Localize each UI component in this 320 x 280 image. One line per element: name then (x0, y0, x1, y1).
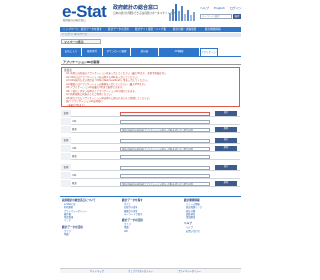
notice-line: （※最大3件まで） (66, 103, 87, 107)
footer-bottom-bar: サイトマップ ウェブアクセシビリティ プライバシーポリシー (60, 268, 241, 273)
section-title: アプリケーションIDの取得 (61, 59, 241, 65)
tab-search-conditions[interactable]: 検索条件 (82, 48, 103, 56)
nav-item-use-data[interactable]: 統計データの活用 (108, 27, 129, 32)
footer-link[interactable]: 地図 (62, 233, 118, 236)
application-field-input[interactable]: http://test.localhost/アプリケーションIDを（URLを持た… (120, 146, 210, 151)
english-link[interactable]: English (214, 6, 225, 10)
help-link[interactable]: ヘルプ (200, 6, 209, 10)
footer-bottom-link[interactable]: プライバシーポリシー (178, 269, 201, 274)
application-field-input[interactable] (120, 138, 210, 143)
footer-link[interactable]: リンク (62, 219, 118, 222)
issue-button[interactable]: 発行 (215, 165, 237, 170)
row-label-cell (61, 172, 71, 179)
footer-column-find-data: 統計データを探す すべて 分野から探す 組織から探す キーワードで探す 統計デー… (122, 199, 178, 233)
nav-item-related-info[interactable]: 統計関係情報 (205, 27, 221, 32)
row-label-cell (61, 118, 71, 125)
tab-stat-tables[interactable]: 統計表 (131, 48, 159, 56)
tab-application-id[interactable]: アプリケーションID (200, 48, 218, 56)
nav-item-find-data[interactable]: 統計データを探す (81, 27, 102, 32)
row-sublabel: URL (72, 147, 77, 150)
site-title: 政府統計の総合窓口 (113, 5, 159, 11)
row-sublabel: 概要 (72, 128, 77, 131)
skyline-graphic (169, 4, 195, 21)
application-field-input[interactable] (120, 173, 210, 178)
delete-button[interactable]: 削除 (215, 146, 237, 151)
header-links: ヘルプ English ログイン (200, 6, 246, 10)
footer-divider (60, 196, 241, 197)
row-sublabel: 概要 (72, 182, 77, 185)
row-label-cell (61, 180, 71, 187)
row-sublabel: URL (72, 120, 77, 123)
row-label-cell (61, 126, 71, 133)
row-label: 名称 (61, 137, 71, 144)
footer-link[interactable]: 用語解説 (184, 216, 240, 219)
footer-bottom-link[interactable]: ウェブアクセシビリティ (128, 269, 153, 274)
search-input[interactable]: キーワード検索 (200, 14, 232, 19)
issue-button[interactable]: 発行 (215, 138, 237, 143)
tab-underline (61, 56, 241, 57)
page-title: マイページ表示 (61, 39, 101, 44)
footer-link[interactable]: キーワードで探す (122, 213, 178, 216)
row-label: 名称 (61, 164, 71, 171)
logo-subtitle: 政府統計の総合窓口 (63, 19, 86, 22)
application-field-input[interactable]: http://test.localhost/アプリケーションIDを（URLを持た… (120, 181, 210, 186)
row-sublabel: 概要 (72, 155, 77, 158)
application-field-input[interactable] (120, 154, 210, 159)
site-logo[interactable]: e-Stat (62, 3, 107, 20)
tab-favorites[interactable]: お気に入り (61, 48, 82, 56)
footer-bottom-link[interactable]: サイトマップ (90, 269, 104, 274)
row-label-cell (61, 145, 71, 152)
site-header: e-Stat 政府統計の総合窓口 政府統計の総合窓口 日本の統計が閲覧できる政府… (0, 0, 300, 26)
nav-item-top[interactable]: トップページ (63, 27, 79, 32)
footer-link[interactable]: API (122, 230, 178, 233)
footer-link[interactable]: お問い合わせ (184, 230, 240, 233)
global-nav: トップページ 統計データを探す 統計データの活用 統計サイト検索・リンク集 統計… (60, 27, 241, 32)
tab-download-history[interactable]: ダウンロード履歴 (103, 48, 131, 56)
breadcrumb-bar (60, 33, 241, 37)
nav-item-classification[interactable]: 統計分類・調査項目 (173, 27, 196, 32)
site-description: 日本の統計が閲覧できる政府統計ポータルサイトです (113, 12, 176, 15)
breadcrumb[interactable]: トップ ＞ マイページ (62, 33, 87, 37)
search-button[interactable]: 検索 (233, 14, 241, 19)
row-sublabel: URL (72, 174, 77, 177)
application-field-input[interactable] (120, 119, 210, 124)
nav-item-site-search[interactable]: 統計サイト検索・リンク集 (135, 27, 166, 32)
delete-button[interactable]: 削除 (215, 181, 237, 186)
footer-column-related: 統計関係情報 リリース情報 統計関連リンク 統計分類 調査項目 用語解説 ヘルプ… (184, 199, 240, 233)
delete-button[interactable]: 削除 (215, 127, 237, 132)
issue-button[interactable]: 発行 (215, 111, 237, 116)
tab-api[interactable]: API機能 (159, 48, 200, 56)
application-field-input[interactable] (120, 111, 210, 116)
application-field-input[interactable] (120, 165, 210, 170)
row-label-cell (61, 153, 71, 160)
footer-column-about: 政府統計の総合窓口について e-Statとは 利用規約 プライバシーポリシー 著… (62, 199, 118, 236)
row-label: 名称 (61, 110, 71, 117)
login-link[interactable]: ログイン (230, 6, 242, 10)
application-field-input[interactable]: http://test.localhost/アプリケーションIDを（URLを持た… (120, 127, 210, 132)
